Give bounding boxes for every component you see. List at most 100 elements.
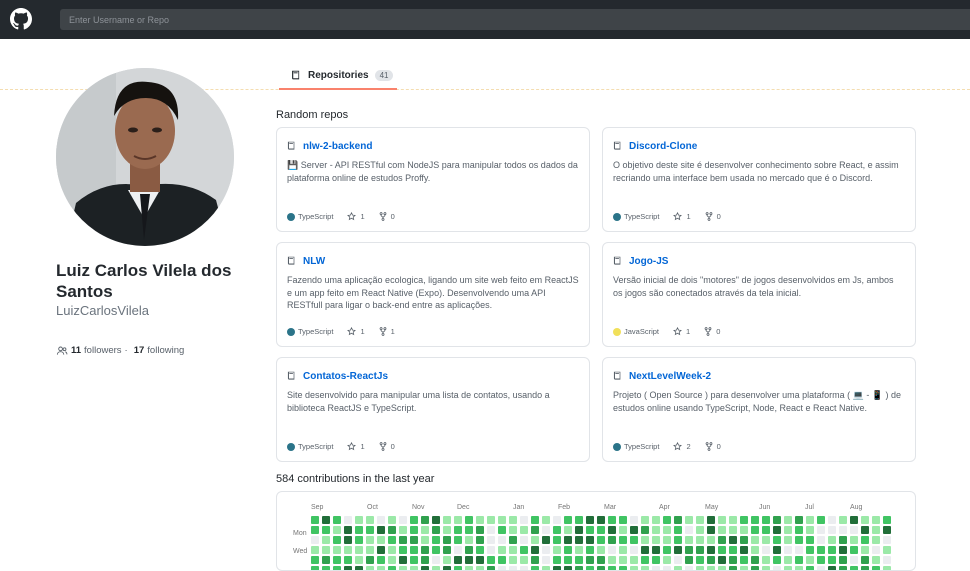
contribution-day[interactable] [575,566,583,570]
contribution-day[interactable] [685,556,693,564]
contribution-day[interactable] [553,526,561,534]
contribution-day[interactable] [509,526,517,534]
contribution-day[interactable] [773,536,781,544]
contribution-day[interactable] [861,536,869,544]
contribution-day[interactable] [795,526,803,534]
contribution-day[interactable] [564,516,572,524]
contribution-day[interactable] [685,526,693,534]
contribution-day[interactable] [872,546,880,554]
contribution-day[interactable] [850,546,858,554]
repo-title[interactable]: Jogo-JS [613,255,905,267]
contribution-day[interactable] [586,536,594,544]
contribution-day[interactable] [729,546,737,554]
contribution-day[interactable] [806,526,814,534]
contribution-day[interactable] [784,546,792,554]
contribution-day[interactable] [597,566,605,570]
repo-stars[interactable]: 1 [673,327,690,336]
contribution-day[interactable] [828,526,836,534]
contribution-day[interactable] [850,556,858,564]
contribution-day[interactable] [784,566,792,570]
repo-card[interactable]: Discord-Clone O objetivo deste site é des… [602,127,916,232]
repo-card[interactable]: NextLevelWeek-2 Projeto ( Open Source ) p… [602,357,916,462]
contribution-day[interactable] [707,516,715,524]
contribution-day[interactable] [762,526,770,534]
repo-name-link[interactable]: Jogo-JS [629,256,668,267]
repo-stars[interactable]: 1 [673,212,691,221]
contribution-day[interactable] [454,536,462,544]
contribution-day[interactable] [366,566,374,570]
repo-title[interactable]: nlw-2-backend [287,140,579,152]
contribution-day[interactable] [333,536,341,544]
contribution-day[interactable] [399,516,407,524]
contribution-day[interactable] [388,526,396,534]
contribution-day[interactable] [333,556,341,564]
contribution-day[interactable] [454,556,462,564]
contribution-day[interactable] [476,566,484,570]
contribution-day[interactable] [773,566,781,570]
contribution-day[interactable] [773,516,781,524]
contribution-day[interactable] [520,556,528,564]
contribution-day[interactable] [476,546,484,554]
contribution-day[interactable] [553,556,561,564]
contribution-day[interactable] [784,526,792,534]
contribution-day[interactable] [806,536,814,544]
repo-forks[interactable]: 0 [705,212,721,221]
contribution-day[interactable] [531,536,539,544]
contribution-day[interactable] [443,536,451,544]
contribution-day[interactable] [740,516,748,524]
contribution-day[interactable] [641,526,649,534]
contribution-day[interactable] [828,546,836,554]
contribution-day[interactable] [619,546,627,554]
tab-repositories[interactable]: Repositories 41 [279,62,397,90]
contribution-day[interactable] [410,556,418,564]
contribution-day[interactable] [795,556,803,564]
repo-forks[interactable]: 0 [705,442,721,451]
contribution-day[interactable] [366,516,374,524]
contribution-day[interactable] [421,516,429,524]
contribution-day[interactable] [311,546,319,554]
contribution-day[interactable] [663,546,671,554]
contribution-day[interactable] [542,516,550,524]
contribution-day[interactable] [476,516,484,524]
contribution-day[interactable] [465,556,473,564]
contribution-day[interactable] [817,516,825,524]
contribution-day[interactable] [377,526,385,534]
contribution-day[interactable] [377,536,385,544]
contribution-day[interactable] [355,566,363,570]
followers-count[interactable]: 11 [71,345,81,356]
repo-forks[interactable]: 0 [379,212,395,221]
contribution-day[interactable] [707,556,715,564]
contribution-day[interactable] [575,556,583,564]
contribution-day[interactable] [432,526,440,534]
contribution-day[interactable] [707,546,715,554]
contribution-day[interactable] [729,526,737,534]
contribution-day[interactable] [630,556,638,564]
contribution-day[interactable] [586,546,594,554]
contribution-day[interactable] [564,526,572,534]
contribution-day[interactable] [619,556,627,564]
contribution-day[interactable] [454,566,462,570]
contribution-day[interactable] [817,536,825,544]
contribution-day[interactable] [806,566,814,570]
contribution-day[interactable] [652,566,660,570]
contribution-day[interactable] [322,556,330,564]
contribution-day[interactable] [883,526,891,534]
contribution-day[interactable] [762,566,770,570]
contribution-day[interactable] [597,536,605,544]
contribution-day[interactable] [322,536,330,544]
contribution-day[interactable] [641,536,649,544]
contribution-day[interactable] [443,556,451,564]
contribution-day[interactable] [586,556,594,564]
contribution-day[interactable] [817,526,825,534]
repo-name-link[interactable]: NextLevelWeek-2 [629,371,711,382]
contribution-day[interactable] [476,556,484,564]
contribution-day[interactable] [443,566,451,570]
repo-forks[interactable]: 0 [704,327,720,336]
contribution-day[interactable] [751,536,759,544]
contribution-day[interactable] [630,546,638,554]
contribution-day[interactable] [399,556,407,564]
contribution-day[interactable] [542,556,550,564]
contribution-day[interactable] [553,546,561,554]
contribution-day[interactable] [872,536,880,544]
repo-card[interactable]: nlw-2-backend 💾 Server - API RESTful com … [276,127,590,232]
